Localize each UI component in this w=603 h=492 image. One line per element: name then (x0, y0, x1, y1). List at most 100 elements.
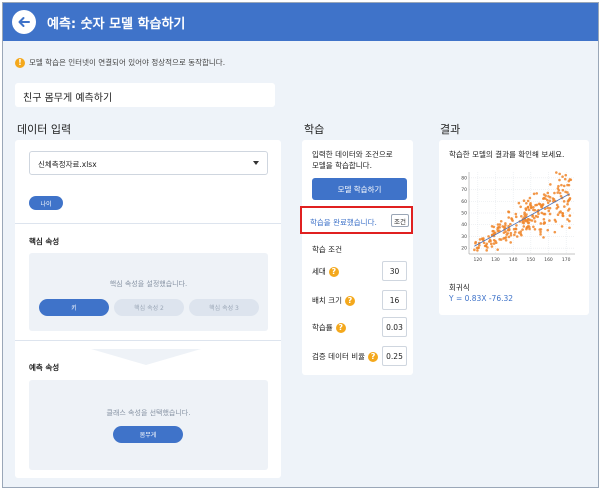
result-panel: 학습한 모델의 결과를 확인해 보세요. 120 130 140 150 160 170 2… (439, 140, 589, 315)
core-attr-chip-2[interactable]: 핵심 속성 2 (114, 299, 184, 316)
data-point (498, 226, 501, 229)
column-chip-age[interactable]: 나이 (29, 196, 63, 210)
training-status-box: 학습을 완료했습니다. 조건 (300, 206, 413, 234)
data-point (558, 172, 561, 176)
data-point (555, 203, 559, 207)
data-point (561, 212, 565, 215)
data-point (507, 210, 511, 214)
y-tick-label: 80 (461, 175, 467, 181)
project-name: 친구 몸무게 예측하기 (23, 93, 113, 104)
data-point (502, 237, 505, 240)
data-point (568, 207, 571, 211)
data-point (546, 228, 550, 232)
data-point (555, 171, 558, 174)
notice-text: 모델 학습은 인터넷이 연결되어 있어야 정상적으로 동작합니다. (29, 58, 226, 67)
help-icon[interactable]: ? (328, 266, 339, 277)
data-point (547, 209, 551, 213)
data-point (502, 231, 506, 234)
data-point (527, 208, 531, 212)
data-point (524, 207, 528, 210)
data-point (494, 241, 498, 245)
data-point (539, 233, 542, 236)
data-point (539, 222, 543, 225)
back-button[interactable] (12, 10, 36, 34)
training-description-line-1: 입력한 데이터와 조건으로 (312, 150, 393, 159)
learning-rate-input[interactable]: 0.03 (382, 317, 407, 337)
y-tick-label: 40 (461, 222, 467, 228)
batch-size-input[interactable]: 16 (382, 290, 407, 310)
data-point (529, 206, 533, 210)
data-point (548, 195, 552, 199)
data-point (543, 221, 546, 224)
data-point (484, 244, 488, 247)
data-point (549, 183, 552, 186)
core-attr-dropzone[interactable]: 핵심 속성을 설정했습니다. 키 핵심 속성 2 핵심 속성 3 (29, 253, 268, 331)
x-tick-label: 150 (527, 257, 536, 263)
predict-attr-hint: 클래스 속성을 선택했습니다. (106, 409, 191, 417)
help-icon[interactable]: ? (335, 322, 346, 333)
result-heading: 결과 (440, 123, 461, 136)
data-point (532, 192, 536, 196)
training-description-line-2: 모델을 학습합니다. (312, 161, 372, 170)
validation-ratio-input[interactable]: 0.25 (382, 346, 407, 366)
data-point (499, 219, 503, 223)
data-point (535, 192, 539, 195)
training-heading: 학습 (304, 123, 325, 136)
param-validation-ratio: 검증 데이터 비율 ? 0.25 (312, 346, 407, 366)
data-point (557, 189, 561, 192)
data-point (504, 236, 508, 239)
file-select[interactable]: 신체측정자료.xlsx (29, 151, 268, 175)
y-tick-label: 30 (461, 234, 467, 240)
data-point (528, 227, 531, 231)
param-learning-rate-label: 학습률 (312, 323, 333, 332)
data-point (542, 212, 546, 216)
data-point (568, 214, 572, 217)
param-epochs-label: 세대 (312, 267, 326, 276)
help-icon[interactable]: ? (368, 351, 379, 362)
data-point (510, 217, 513, 220)
data-point (505, 233, 509, 236)
data-point (507, 228, 510, 232)
data-point (538, 228, 542, 231)
train-model-button[interactable]: 모델 학습하기 (312, 178, 407, 200)
param-batch-size: 배치 크기 ? 16 (312, 290, 407, 310)
data-point (509, 241, 512, 244)
core-attr-chip-height[interactable]: 키 (39, 299, 109, 316)
y-tick-label: 50 (461, 211, 467, 217)
data-point (490, 224, 494, 228)
predict-attr-chip-weight[interactable]: 몸무게 (113, 426, 183, 443)
param-epochs: 세대 ? 30 (312, 261, 407, 281)
data-point (476, 249, 479, 252)
file-select-value: 신체측정자료.xlsx (38, 160, 97, 169)
result-scatter-plot: 120 130 140 150 160 170 20 30 40 50 60 70 80 (461, 171, 575, 263)
epochs-input[interactable]: 30 (382, 261, 407, 281)
data-point (527, 224, 530, 228)
data-point (563, 177, 567, 181)
data-point (509, 222, 512, 226)
data-point (528, 196, 532, 200)
data-point (519, 205, 522, 209)
predict-attr-label: 예측 속성 (29, 363, 60, 372)
data-point (544, 194, 547, 197)
data-point (522, 225, 526, 228)
data-point (474, 240, 478, 244)
predict-attr-dropzone[interactable]: 클래스 속성을 선택했습니다. 몸무게 (29, 380, 268, 470)
conditions-button[interactable]: 조건 (391, 214, 409, 227)
data-point (525, 213, 528, 216)
data-point (542, 236, 545, 239)
data-point (492, 238, 496, 242)
data-point (560, 183, 563, 187)
training-panel: 입력한 데이터와 조건으로 모델을 학습합니다. 모델 학습하기 학습을 완료했… (300, 140, 413, 375)
data-point (492, 229, 495, 233)
app-window: 예측: 숫자 모델 학습하기 ! 모델 학습은 인터넷이 연결되어 있어야 정상… (2, 2, 599, 488)
data-point (548, 219, 551, 222)
data-point (567, 183, 571, 187)
data-point (561, 188, 565, 192)
data-point (496, 248, 499, 251)
project-name-field[interactable]: 친구 몸무게 예측하기 (15, 83, 275, 107)
help-icon[interactable]: ? (344, 295, 355, 306)
data-input-panel: 신체측정자료.xlsx 나이 핵심 속성 핵심 속성을 설정했습니다. 키 핵심… (15, 140, 281, 478)
core-attr-chip-3[interactable]: 핵심 속성 3 (189, 299, 259, 316)
data-point (542, 218, 546, 221)
data-point (566, 191, 569, 194)
